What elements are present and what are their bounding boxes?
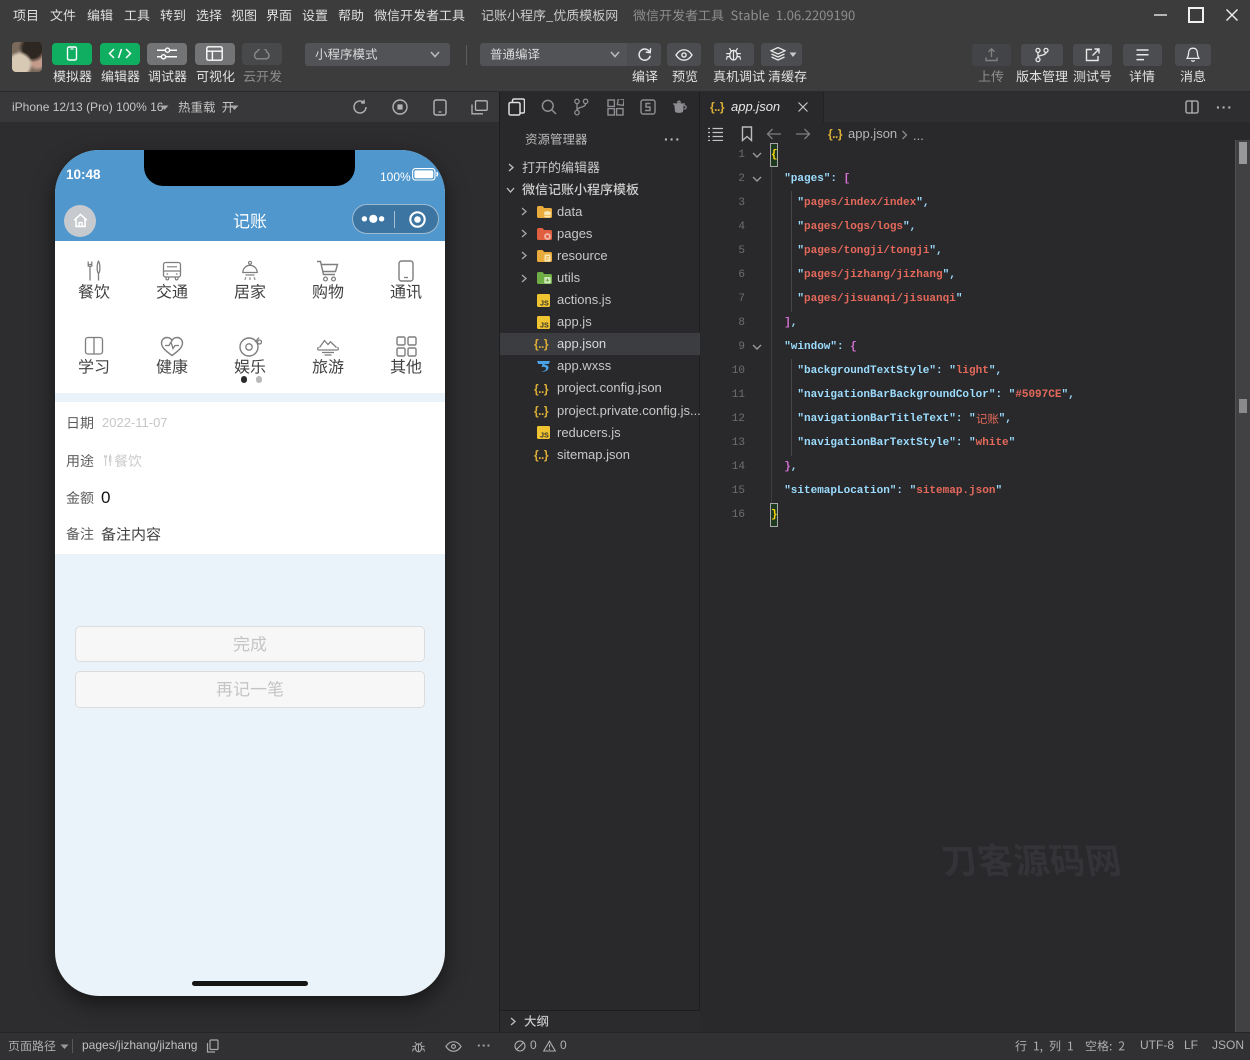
svg-text:JS: JS: [540, 430, 549, 439]
svg-text:JS: JS: [540, 320, 549, 329]
svg-text:JS: JS: [540, 298, 549, 307]
